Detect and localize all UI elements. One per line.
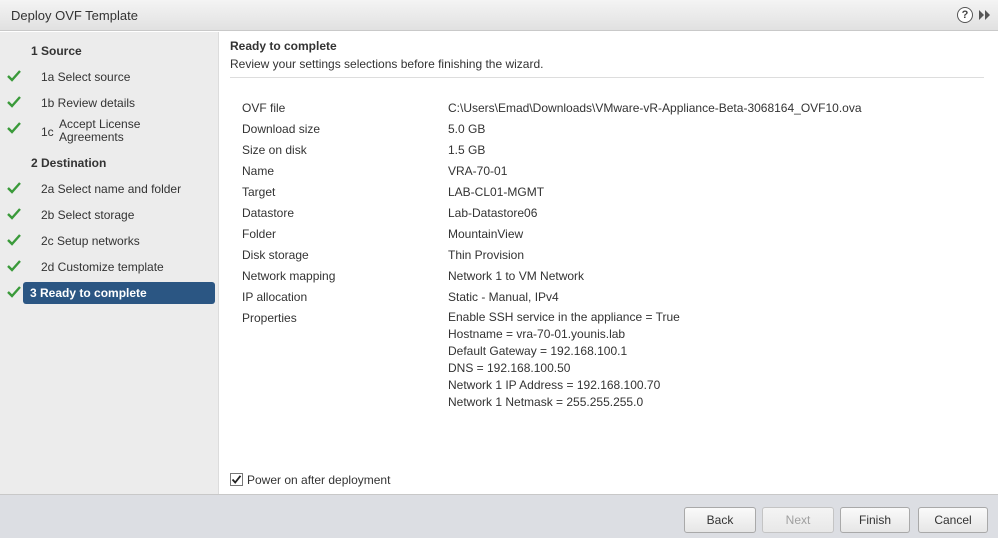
page-subtitle: Review your settings selections before f… — [230, 57, 544, 71]
property-item: Enable SSH service in the appliance = Tr… — [448, 310, 680, 324]
checkmark-icon — [231, 475, 242, 484]
checkmark-icon — [7, 234, 21, 246]
step-ready-to-complete[interactable]: 3 Ready to complete — [0, 282, 219, 304]
property-item: Default Gateway = 192.168.100.1 — [448, 344, 628, 358]
summary-value: VRA-70-01 — [448, 164, 508, 178]
power-on-label[interactable]: Power on after deployment — [247, 473, 390, 487]
summary-value: Thin Provision — [448, 248, 525, 262]
power-on-checkbox[interactable] — [230, 473, 243, 486]
summary-key: IP allocation — [242, 290, 308, 304]
checkmark-icon — [7, 96, 21, 108]
summary-key: Disk storage — [242, 248, 309, 262]
summary-key: Name — [242, 164, 275, 178]
step-review-details[interactable]: 1b Review details — [0, 92, 219, 114]
checkmark-icon — [7, 70, 21, 82]
summary-value: Static - Manual, IPv4 — [448, 290, 559, 304]
step-label: 2d Customize template — [41, 260, 164, 274]
summary-value: Network 1 to VM Network — [448, 269, 585, 283]
summary-key: OVF file — [242, 101, 286, 115]
step-label: 2c Setup networks — [41, 234, 140, 248]
step-number: 1c — [41, 125, 54, 139]
step-select-name-folder[interactable]: 2a Select name and folder — [0, 178, 219, 200]
checkmark-icon — [7, 122, 21, 134]
summary-value: 5.0 GB — [448, 122, 486, 136]
back-button[interactable]: Back — [684, 507, 756, 533]
summary-key: Size on disk — [242, 143, 307, 157]
step-label: 2b Select storage — [41, 208, 135, 222]
summary-value: LAB-CL01-MGMT — [448, 185, 545, 199]
summary-value: MountainView — [448, 227, 524, 241]
summary-value: C:\Users\Emad\Downloads\VMware-vR-Applia… — [448, 101, 862, 115]
page-title: Ready to complete — [230, 39, 337, 53]
property-item: Hostname = vra-70-01.younis.lab — [448, 327, 626, 341]
step-customize-template[interactable]: 2d Customize template — [0, 256, 219, 278]
next-button[interactable]: Next — [762, 507, 834, 533]
checkmark-icon — [7, 286, 21, 298]
checkmark-icon — [7, 260, 21, 272]
summary-key: Datastore — [242, 206, 295, 220]
step-label: 1a Select source — [41, 70, 131, 84]
wizard-footer: Back Next Finish Cancel — [0, 494, 998, 538]
summary-value: Lab-Datastore06 — [448, 206, 538, 220]
main-content: Ready to complete Review your settings s… — [220, 32, 998, 494]
divider — [230, 77, 984, 78]
property-item: Network 1 IP Address = 192.168.100.70 — [448, 378, 661, 392]
property-item: Network 1 Netmask = 255.255.255.0 — [448, 395, 644, 409]
step-label: 2a Select name and folder — [41, 182, 182, 196]
step-select-source[interactable]: 1a Select source — [0, 66, 219, 88]
step-source-section: 1 Source — [0, 40, 219, 62]
summary-key: Network mapping — [242, 269, 336, 283]
step-label: 2 Destination — [31, 156, 107, 170]
checkmark-icon — [7, 208, 21, 220]
summary-key: Download size — [242, 122, 321, 136]
double-chevron-right-icon[interactable] — [978, 9, 992, 21]
step-label: Accept License Agreements — [59, 117, 141, 144]
finish-button[interactable]: Finish — [840, 507, 910, 533]
help-icon[interactable]: ? — [957, 7, 973, 23]
step-label: 3 Ready to complete — [30, 286, 147, 300]
window-title: Deploy OVF Template — [11, 8, 138, 23]
window-titlebar: Deploy OVF Template ? — [0, 0, 998, 31]
cancel-button[interactable]: Cancel — [918, 507, 988, 533]
summary-key: Target — [242, 185, 276, 199]
summary-value: 1.5 GB — [448, 143, 486, 157]
property-item: DNS = 192.168.100.50 — [448, 361, 571, 375]
step-label: 1 Source — [31, 44, 82, 58]
summary-key: Folder — [242, 227, 277, 241]
summary-key: Properties — [242, 311, 297, 325]
step-setup-networks[interactable]: 2c Setup networks — [0, 230, 219, 252]
wizard-steps-sidebar: 1 Source 1a Select source 1b Review deta… — [0, 32, 219, 494]
step-accept-license[interactable]: 1c Accept License Agreements — [0, 118, 219, 148]
properties-list: Enable SSH service in the appliance = Tr… — [448, 309, 680, 411]
step-select-storage[interactable]: 2b Select storage — [0, 204, 219, 226]
checkmark-icon — [7, 182, 21, 194]
step-destination-section: 2 Destination — [0, 152, 219, 174]
step-label: 1b Review details — [41, 96, 136, 110]
